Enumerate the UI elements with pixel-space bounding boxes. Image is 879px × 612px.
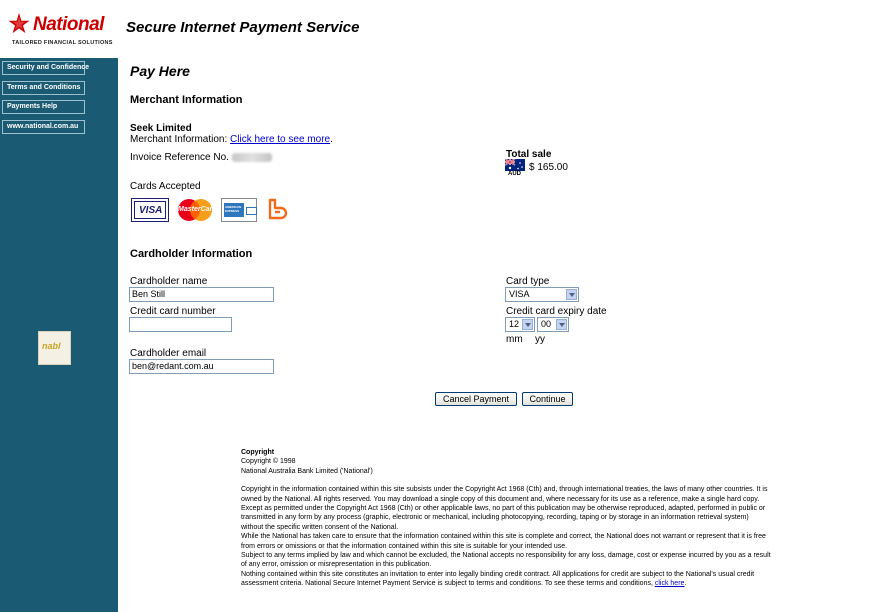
merchant-info-label: Merchant Information: (130, 134, 228, 145)
mm-label: mm (506, 334, 523, 345)
cardholder-email-field[interactable]: ben@redant.com.au (129, 359, 274, 374)
bankcard-text: bankcard (266, 198, 267, 199)
main-content: Pay Here Merchant Information Seek Limit… (118, 58, 879, 612)
sidebar-item-website[interactable]: www.national.com.au (2, 120, 85, 134)
copyright-para4-wrap: Nothing contained within this site const… (241, 570, 771, 589)
merchant-heading: Merchant Information (130, 94, 243, 106)
chevron-down-icon[interactable] (556, 319, 567, 330)
copyright-heading: Copyright (241, 449, 275, 456)
national-logo: National TAILORED FINANCIAL SOLUTIONS (6, 12, 113, 50)
mastercard-text: MasterCard (178, 206, 217, 213)
cardholder-email-label: Cardholder email (130, 348, 207, 359)
cards-accepted-label: Cards Accepted (130, 181, 201, 192)
card-type-value: VISA (509, 289, 530, 299)
australia-flag-icon: AUD (505, 159, 527, 177)
chevron-down-icon[interactable] (566, 289, 577, 300)
merchant-name: Seek Limited (130, 123, 192, 134)
logo-tagline: TAILORED FINANCIAL SOLUTIONS (12, 40, 113, 46)
copyright-para4-end: . (684, 580, 687, 588)
merchant-info-period: . (330, 134, 333, 145)
card-type-label: Card type (506, 276, 550, 287)
sidebar-item-help[interactable]: Payments Help (2, 100, 85, 114)
cardholder-heading: Cardholder Information (130, 248, 253, 260)
invoice-number-redacted (231, 152, 272, 162)
copyright-line2: National Australia Bank Limited ('Nation… (241, 467, 373, 475)
header: National TAILORED FINANCIAL SOLUTIONS Se… (0, 0, 879, 58)
continue-button[interactable]: Continue (522, 392, 573, 406)
amex-card-icon: AMERICAN EXPRESS (221, 198, 257, 222)
yy-label: yy (535, 334, 545, 345)
copyright-line1: Copyright © 1998 (241, 458, 296, 466)
copyright-section: Copyright Copyright © 1998 National Aust… (241, 448, 771, 589)
service-title: Secure Internet Payment Service (126, 19, 360, 36)
national-star-icon (8, 13, 30, 34)
visa-card-text: VISA (139, 205, 163, 216)
sidebar-item-security[interactable]: Security and Confidence (2, 61, 89, 75)
page-title: Pay Here (130, 63, 190, 79)
sidebar-item-terms[interactable]: Terms and Conditions (2, 81, 85, 95)
expiry-month-select[interactable]: 12 (505, 317, 535, 332)
copyright-para2: While the National has taken care to ens… (241, 533, 766, 550)
expiry-year-value: 00 (541, 319, 552, 329)
merchant-info-link[interactable]: Click here to see more (230, 134, 330, 145)
card-type-select[interactable]: VISA (505, 287, 579, 302)
logo-wordmark: National (33, 14, 104, 35)
expiry-label: Credit card expiry date (506, 306, 607, 317)
card-number-field[interactable] (129, 317, 232, 332)
invoice-line: Invoice Reference No. (130, 152, 272, 163)
cardholder-name-field[interactable]: Ben Still (129, 287, 274, 302)
currency-code: AUD (508, 171, 521, 177)
visa-card-icon: VISA (131, 198, 169, 222)
copyright-para3: Subject to any terms implied by law and … (241, 552, 771, 569)
mastercard-icon: MasterCard (175, 198, 217, 222)
amex-card-text: AMERICAN EXPRESS (225, 205, 242, 213)
nab-badge-icon: nabl (38, 331, 71, 365)
invoice-label: Invoice Reference No. (130, 152, 229, 163)
cardholder-name-label: Cardholder name (130, 276, 208, 287)
bankcard-icon: bankcard (266, 198, 288, 222)
sidebar: Security and Confidence Terms and Condit… (0, 58, 118, 612)
cancel-payment-button[interactable]: Cancel Payment (435, 392, 517, 406)
merchant-info-line: Merchant Information: Click here to see … (130, 134, 333, 145)
expiry-year-select[interactable]: 00 (537, 317, 569, 332)
card-number-label: Credit card number (130, 306, 216, 317)
expiry-month-value: 12 (509, 319, 520, 329)
total-amount: $ 165.00 (529, 162, 568, 173)
copyright-para1: Copyright in the information contained w… (241, 486, 768, 531)
badge-text: nabl (42, 341, 61, 351)
chevron-down-icon[interactable] (522, 319, 533, 330)
terms-click-here-link[interactable]: click here (655, 580, 685, 587)
